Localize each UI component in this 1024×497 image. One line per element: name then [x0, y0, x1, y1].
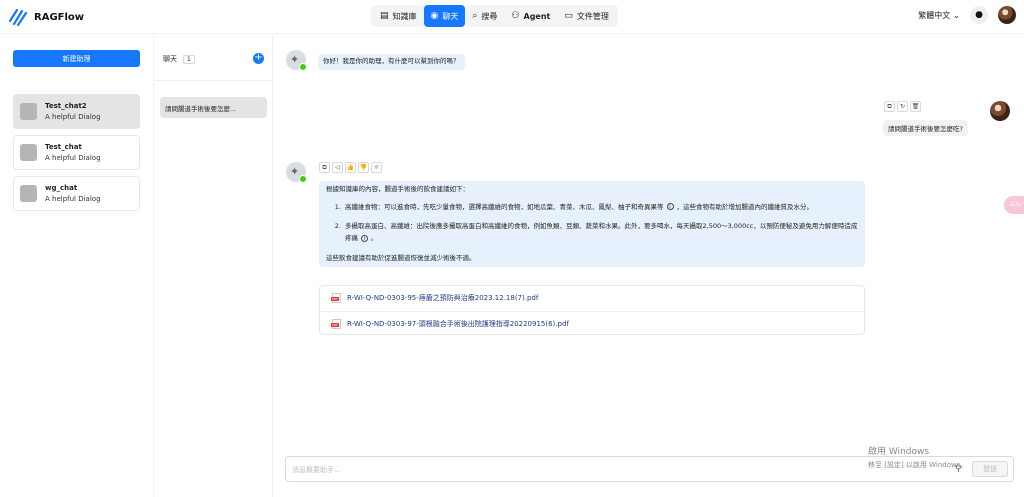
answer-item-tail: ，這些食物有助於增加腸道內的纖維質及水分。 [676, 202, 814, 211]
assistant-card[interactable]: wg_chat A helpful Dialog [13, 176, 140, 211]
user-message: 請問腸道手術後要怎麼吃? [883, 120, 968, 136]
conversation-count: 1 [183, 54, 195, 64]
nav-knowledge-base[interactable]: ▤ 知識庫 [373, 5, 424, 27]
nav-file-management[interactable]: ▭ 文件管理 [557, 5, 616, 27]
nav-label: Agent [523, 11, 551, 21]
lightbulb-icon[interactable]: ☼ [371, 162, 382, 173]
windows-activation-watermark: 啟用 Windows 移至 [設定] 以啟用 Windows。 [868, 446, 967, 470]
answer-item-text: 多攝取高蛋白、高纖維：出院後應多攝取高蛋白和高纖維的食物，例如魚類、豆類、蔬菜和… [345, 222, 858, 243]
greeting-message: 你好！我是你的助理，有什麼可以幫到你的嗎？ [318, 54, 465, 70]
conversation-title: 聊天 [163, 55, 177, 63]
chat-icon: ◉ [430, 11, 439, 21]
ragflow-logo-icon [8, 8, 28, 27]
divider [320, 311, 864, 312]
assistant-avatar [20, 144, 37, 161]
user-avatar[interactable] [998, 6, 1016, 24]
delete-icon[interactable]: 🗑 [910, 101, 921, 112]
assistant-avatar [20, 185, 37, 202]
reference-filename: R-WI-Q-ND-0303-95-痔瘡之預防與治療2023.12.18(7).… [347, 294, 539, 302]
assistant-card[interactable]: Test_chat2 A helpful Dialog [13, 94, 140, 129]
thumbs-down-icon[interactable]: 👎 [358, 162, 369, 173]
answer-intro: 根據知識庫的內容，腸道手術後的飲食建議如下： [326, 185, 469, 193]
thumbs-up-icon[interactable]: 👍 [345, 162, 356, 173]
assistant-name: Test_chat2 [45, 102, 87, 110]
app-logo[interactable]: RAGFlow [8, 7, 84, 27]
nav-agent[interactable]: ⚇ Agent [504, 5, 557, 27]
watermark-title: 啟用 Windows [868, 447, 930, 457]
language-selector[interactable]: 繁體中文 ⌄ [918, 10, 960, 21]
watermark-subtitle: 移至 [設定] 以啟用 Windows。 [868, 460, 968, 469]
database-icon: ▤ [380, 11, 389, 21]
send-button[interactable]: 發送 [972, 461, 1008, 477]
message-input[interactable] [292, 463, 892, 477]
chevron-down-icon: ⌄ [953, 10, 960, 20]
main-nav: ▤ 知識庫 ◉ 聊天 ⌕ 搜尋 ⚇ Agent ▭ 文件管理 [371, 5, 618, 27]
answer-item-tail: 。 [371, 234, 378, 243]
assistant-avatar: ✦ [286, 162, 307, 183]
assistant-name: wg_chat [45, 184, 78, 192]
top-bar: RAGFlow ▤ 知識庫 ◉ 聊天 ⌕ 搜尋 ⚇ Agent ▭ 文件管理 繁體中文 ⌄ … [0, 0, 1024, 34]
reference-list: R-WI-Q-ND-0303-95-痔瘡之預防與治療2023.12.18(7).… [319, 285, 865, 335]
assistant-desc: A helpful Dialog [45, 154, 101, 162]
info-icon[interactable]: i [666, 203, 674, 211]
assistant-desc: A helpful Dialog [45, 195, 101, 203]
assistant-avatar [20, 103, 37, 120]
add-conversation-icon[interactable]: + [253, 53, 264, 64]
answer-item: 高纖維食物：可以進食時，先吃少量食物，選擇高纖維的食物，如地瓜葉、青菜、木瓜、鳳… [343, 202, 858, 214]
answer-list: 高纖維食物：可以進食時，先吃少量食物，選擇高纖維的食物，如地瓜葉、青菜、木瓜、鳳… [343, 202, 858, 245]
folder-icon: ▭ [564, 11, 573, 21]
divider [155, 80, 273, 81]
user-avatar [990, 101, 1010, 121]
answer-item: 多攝取高蛋白、高纖維：出院後應多攝取高蛋白和高纖維的食物，例如魚類、豆類、蔬菜和… [343, 221, 858, 244]
app-name: RAGFlow [34, 11, 85, 23]
conversation-header: 聊天 1 [163, 54, 195, 64]
assistant-card[interactable]: Test_chat A helpful Dialog [13, 135, 140, 170]
info-icon[interactable]: i [361, 234, 368, 242]
nav-label: 搜尋 [481, 11, 498, 21]
chat-area: ✦ 你好！我是你的助理，有什麼可以幫到你的嗎？ ⧉ ↻ 🗑 請問腸道手術後要怎麼… [274, 35, 1024, 497]
pdf-icon [331, 293, 341, 303]
nav-label: 聊天 [442, 11, 459, 21]
user-message-actions: ⧉ ↻ 🗑 [884, 101, 921, 112]
copy-icon[interactable]: ⧉ [884, 101, 895, 112]
language-label: 繁體中文 [918, 10, 951, 20]
assistant-desc: A helpful Dialog [45, 113, 101, 121]
reference-filename: R-WI-Q-ND-0303-97-頭根融合手術後出院護理指導20220915(… [347, 320, 569, 328]
nav-search[interactable]: ⌕ 搜尋 [465, 5, 504, 27]
new-assistant-button[interactable]: 新建助理 [13, 50, 140, 67]
agent-icon: ⚇ [511, 11, 520, 21]
assistant-name: Test_chat [45, 143, 82, 151]
search-icon: ⌕ [472, 11, 478, 21]
robot-icon: ✦ [290, 165, 300, 178]
conversation-panel: 聊天 1 + 請問腸道手術後要怎麼... [155, 35, 273, 497]
answer-message: 根據知識庫的內容，腸道手術後的飲食建議如下： 高纖維食物：可以進食時，先吃少量食… [319, 181, 865, 268]
reference-item[interactable]: R-WI-Q-ND-0303-95-痔瘡之預防與治療2023.12.18(7).… [331, 293, 539, 303]
copy-icon[interactable]: ⧉ [319, 162, 330, 173]
robot-icon: ✦ [290, 53, 300, 66]
reference-item[interactable]: R-WI-Q-ND-0303-97-頭根融合手術後出院護理指導20220915(… [331, 319, 569, 329]
pdf-icon [331, 319, 341, 329]
nav-chat[interactable]: ◉ 聊天 [423, 5, 466, 27]
github-icon[interactable]: ● [970, 6, 988, 24]
regenerate-icon[interactable]: ↻ [897, 101, 908, 112]
floating-side-tab[interactable]: ぷん [1004, 196, 1024, 214]
assistant-sidebar: 新建助理 Test_chat2 A helpful Dialog Test_cha… [0, 35, 154, 497]
assistant-avatar: ✦ [286, 50, 307, 71]
answer-outro: 這些飲食建議有助於促進腸道恢復並減少術後不適。 [326, 253, 476, 262]
answer-item-text: 高纖維食物：可以進食時，先吃少量食物，選擇高纖維的食物，如地瓜葉、青菜、木瓜、鳳… [345, 202, 664, 211]
header-actions: 繁體中文 ⌄ ● [918, 6, 1016, 24]
answer-actions: ⧉ ◁ 👍 👎 ☼ [319, 162, 382, 173]
speaker-icon[interactable]: ◁ [332, 162, 343, 173]
conversation-item[interactable]: 請問腸道手術後要怎麼... [160, 97, 267, 118]
nav-label: 文件管理 [576, 11, 609, 21]
nav-label: 知識庫 [392, 11, 417, 21]
